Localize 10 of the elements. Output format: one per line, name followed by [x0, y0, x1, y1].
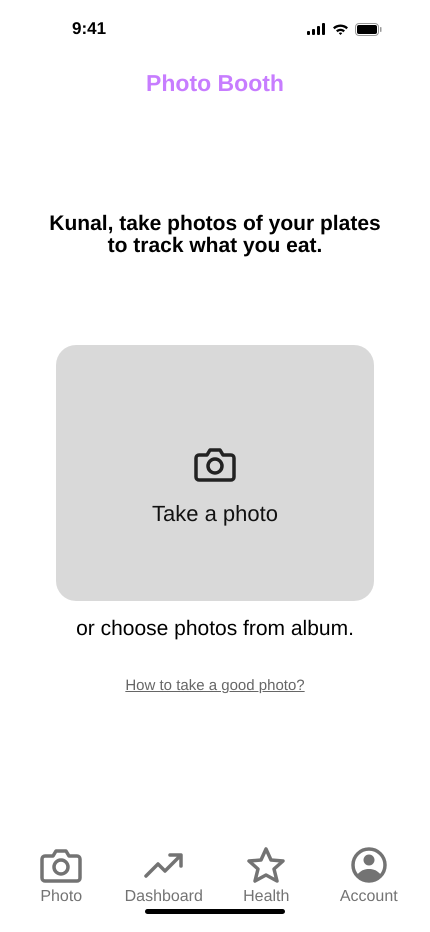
- help-link[interactable]: How to take a good photo?: [125, 677, 305, 694]
- tab-item[interactable]: Health: [216, 842, 316, 906]
- tab-item[interactable]: Photo: [11, 842, 112, 906]
- tab-item[interactable]: Dashboard: [114, 842, 214, 906]
- status-time: 9:41: [72, 19, 106, 39]
- take-photo-button[interactable]: Take a photo: [56, 345, 374, 601]
- album-link[interactable]: or choose photos from album.: [76, 617, 354, 641]
- tab-item[interactable]: Account: [318, 842, 419, 906]
- app-title: Photo Booth: [146, 70, 284, 97]
- prompt-text: Kunal, take photos of your plates to track what you eat.: [48, 213, 382, 257]
